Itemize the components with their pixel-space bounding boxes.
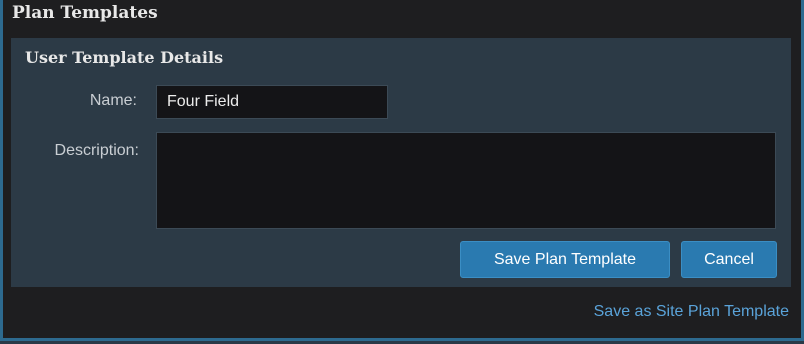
user-template-details-panel: User Template Details Name: Description:…	[11, 38, 791, 287]
dialog-title: Plan Templates	[12, 3, 158, 23]
panel-heading: User Template Details	[25, 48, 224, 67]
save-plan-template-button[interactable]: Save Plan Template	[460, 241, 670, 278]
description-textarea[interactable]	[156, 132, 776, 229]
name-label: Name:	[89, 92, 137, 109]
name-input[interactable]	[156, 85, 388, 119]
description-label: Description:	[54, 142, 139, 159]
cancel-button[interactable]: Cancel	[681, 241, 777, 278]
save-as-site-plan-template-link[interactable]: Save as Site Plan Template	[594, 303, 789, 321]
plan-templates-dialog: Plan Templates User Template Details Nam…	[0, 0, 804, 341]
